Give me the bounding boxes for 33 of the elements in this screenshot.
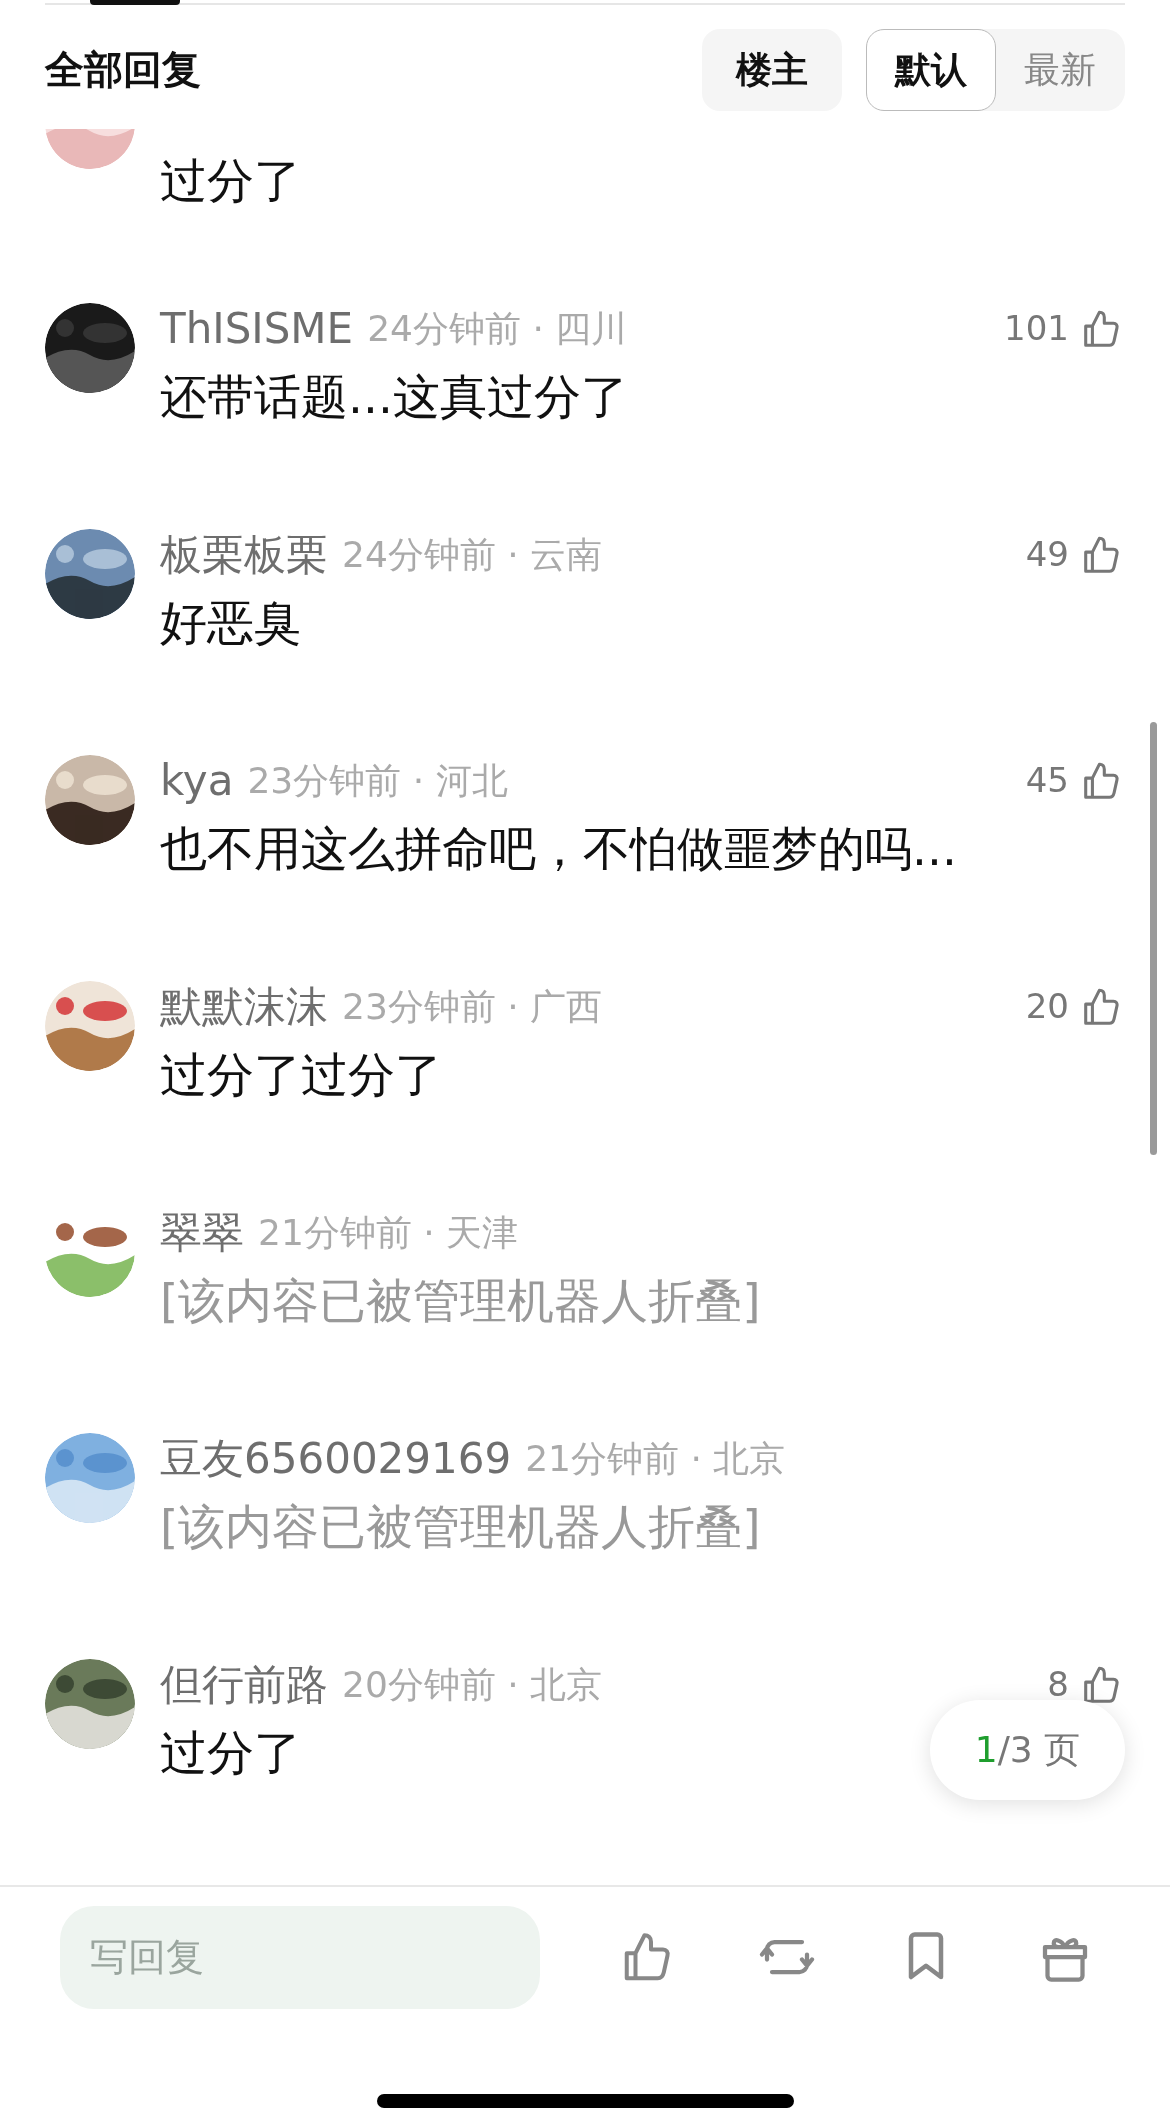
like-count: 20 xyxy=(1025,985,1069,1029)
section-title: 全部回复 xyxy=(45,46,201,95)
sort-tab[interactable]: 默认 xyxy=(866,29,996,112)
like-count: 49 xyxy=(1025,533,1069,577)
comment-meta: 23分钟前 · 河北 xyxy=(247,758,508,803)
comment-text: 好恶臭 xyxy=(160,593,301,652)
folded-notice: [该内容已被管理机器人折叠] xyxy=(160,1271,761,1330)
page-total: /3 页 xyxy=(997,1728,1081,1772)
username: 默默沫沫 xyxy=(160,980,328,1033)
reply-field[interactable]: 写回复 xyxy=(60,1905,540,2009)
username: 但行前路 xyxy=(160,1658,328,1711)
like-count: 45 xyxy=(1025,759,1069,803)
comment-meta: 23分钟前 · 广西 xyxy=(342,984,603,1029)
comment-text: 也不用这么拼命吧，不怕做噩梦的吗... xyxy=(160,819,957,878)
current-page: 1 xyxy=(974,1728,998,1772)
comment-meta: 21分钟前 · 天津 xyxy=(258,1210,519,1255)
comment-text: 过分了 xyxy=(160,1723,301,1782)
folded-notice: [该内容已被管理机器人折叠] xyxy=(160,1497,761,1556)
comment-meta: 21分钟前 · 北京 xyxy=(525,1436,786,1481)
op-filter-button[interactable]: 楼主 xyxy=(702,29,842,112)
username: ThISISME xyxy=(160,302,354,355)
username: 翠翠 xyxy=(160,1206,244,1259)
comment-meta: 24分钟前 · 云南 xyxy=(342,532,603,577)
page-indicator-toast[interactable]: 1/3 页 xyxy=(930,1700,1125,1800)
comment-meta: 24分钟前 · 四川 xyxy=(367,306,628,351)
comment-meta: 20分钟前 · 北京 xyxy=(342,1662,603,1707)
comment-text: 过分了过分了 xyxy=(160,1045,442,1104)
username: 豆友6560029169 xyxy=(160,1432,512,1485)
username: kya xyxy=(160,754,234,807)
username: 板栗板栗 xyxy=(160,528,328,581)
comment-text: 还带话题...这真过分了 xyxy=(160,367,628,426)
like-count: 101 xyxy=(1004,307,1069,351)
comment-text: 过分了 xyxy=(160,152,301,211)
